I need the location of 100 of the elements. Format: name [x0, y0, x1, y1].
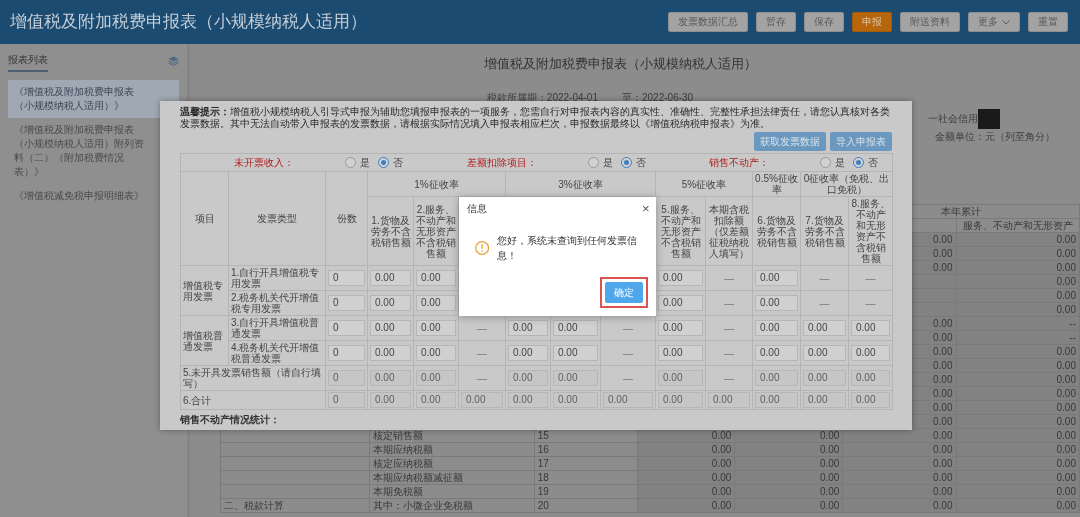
number-field[interactable]: 0	[328, 295, 365, 311]
number-field: 0.00	[370, 370, 411, 386]
table-cell: 本期应纳税额	[369, 442, 535, 457]
field-label: 未开票收入：	[233, 157, 296, 168]
layers-icon[interactable]	[168, 56, 179, 66]
number-field[interactable]: 0.00	[755, 345, 798, 361]
unit-text: 金额单位：元（列至角分）	[935, 129, 1055, 144]
number-field[interactable]: 0.00	[416, 270, 456, 286]
number-field[interactable]: 0.00	[370, 295, 411, 311]
cell-text: —	[724, 297, 734, 309]
radio-button[interactable]	[587, 157, 599, 168]
number-field: 0.00	[370, 392, 411, 408]
number-field[interactable]: 0	[328, 270, 365, 286]
number-field: 0	[328, 370, 365, 386]
field-label: 差额扣除项目：	[465, 157, 538, 168]
number-field: 0.00	[461, 392, 503, 408]
number-field[interactable]: 0.00	[755, 295, 798, 311]
cell-text: —	[623, 372, 633, 384]
number-field[interactable]: 0.00	[416, 345, 456, 361]
number-field[interactable]: 0.00	[553, 320, 598, 336]
cell-text: —	[477, 372, 487, 384]
radio-label: 是	[360, 157, 371, 168]
number-field[interactable]: 0.00	[370, 320, 411, 336]
cell-text: —	[865, 297, 876, 309]
column-header: 3%征收率	[505, 171, 656, 197]
table-cell: 其中：小微企业免税额	[369, 498, 535, 513]
number-field: 0.00	[416, 392, 456, 408]
number-field[interactable]: 0.00	[508, 345, 548, 361]
number-field: 0.00	[603, 392, 653, 408]
number-field[interactable]: 0.00	[803, 320, 846, 336]
number-field: 0.00	[553, 370, 598, 386]
cell-text: —	[623, 347, 633, 359]
radio-button[interactable]	[345, 157, 357, 168]
row-header: 5.未开具发票销售额（请自行填写）	[180, 365, 326, 391]
column-header: 份数	[325, 171, 368, 266]
radio-label: 否	[868, 157, 879, 168]
number-field[interactable]: 0.00	[658, 295, 703, 311]
number-field[interactable]: 0.00	[755, 320, 798, 336]
number-field[interactable]: 0	[328, 345, 365, 361]
column-header: 本期含税扣除额（仅差额征税纳税人填写）	[705, 196, 753, 266]
warning-icon	[474, 240, 489, 256]
column-header: 2.服务、不动产和无形资产不含税销售额	[413, 196, 459, 266]
cell-text: —	[724, 272, 734, 284]
column-header: 0征收率（免税、出口免税）	[800, 171, 893, 197]
radio-label: 否	[393, 157, 404, 168]
cell-text: —	[724, 372, 734, 384]
number-field: 0.00	[416, 370, 456, 386]
field-label: 销售不动产：	[707, 157, 770, 168]
table-cell: 18	[534, 470, 638, 485]
cell-text: —	[477, 347, 487, 359]
radio-button[interactable]	[620, 157, 632, 168]
cell-text: —	[724, 347, 734, 359]
sidebar-tab[interactable]: 报表列表	[8, 50, 48, 72]
redaction-block	[978, 108, 1000, 129]
number-field[interactable]: 0.00	[508, 320, 548, 336]
number-field: 0.00	[755, 392, 798, 408]
report-title: 增值税及附加税费申报表（小规模纳税人适用）	[482, 55, 758, 73]
number-field[interactable]: 0.00	[658, 345, 703, 361]
number-field[interactable]: 0.00	[553, 345, 598, 361]
number-field[interactable]: 0.00	[416, 320, 456, 336]
column-header: 5%征收率	[655, 171, 753, 197]
column-header: 8.服务、不动产和无形资产不含税销售额	[848, 196, 893, 266]
radio-label: 是	[602, 157, 613, 168]
number-field[interactable]: 0.00	[803, 345, 846, 361]
cell-text: —	[724, 322, 734, 334]
number-field[interactable]: 0	[328, 320, 365, 336]
row-header: 2.税务机关代开增值税专用发票	[228, 290, 326, 316]
cell-text: —	[865, 272, 876, 284]
number-field[interactable]: 0.00	[370, 345, 411, 361]
page-title: 增值税及附加税费申报表（小规模纳税人适用）	[10, 11, 367, 34]
cell-text: —	[477, 322, 487, 334]
column-header: 1.货物及劳务不含税销售额	[367, 196, 414, 266]
sidebar-item[interactable]: 《增值税及附加税费申报表（小规模纳税人适用）》	[8, 80, 179, 118]
table-cell: 20	[534, 498, 638, 513]
row-header: 6.合计	[180, 390, 326, 410]
table-header: 服务、不动产和无形资产	[956, 218, 1080, 233]
cell-text: —	[623, 322, 633, 334]
number-field[interactable]: 0.00	[370, 270, 411, 286]
number-field[interactable]: 0.00	[658, 320, 703, 336]
number-field: 0.00	[658, 370, 703, 386]
column-header: 发票类型	[228, 171, 326, 266]
number-field: 0.00	[658, 392, 703, 408]
number-field[interactable]: 0.00	[658, 270, 703, 286]
number-field: 0.00	[851, 392, 891, 408]
number-field[interactable]: 0.00	[416, 295, 456, 311]
number-field[interactable]: 0.00	[755, 270, 798, 286]
radio-button[interactable]	[820, 157, 832, 168]
number-field[interactable]: 0.00	[851, 345, 891, 361]
radio-button[interactable]	[853, 157, 865, 168]
column-header: 1%征收率	[367, 171, 506, 197]
close-button[interactable]: ×	[639, 201, 652, 215]
row-header: 3.自行开具增值税普通发票	[228, 315, 326, 341]
caret-icon	[1002, 19, 1010, 25]
table-cell: 本期应纳税额减征额	[369, 470, 535, 485]
table-cell: 16	[534, 442, 638, 457]
table-cell: 核定应纳税额	[369, 456, 535, 471]
radio-button[interactable]	[378, 157, 390, 168]
number-field[interactable]: 0.00	[851, 320, 891, 336]
number-field: 0.00	[851, 370, 891, 386]
column-header: 6.货物及劳务不含税销售额	[752, 196, 801, 266]
